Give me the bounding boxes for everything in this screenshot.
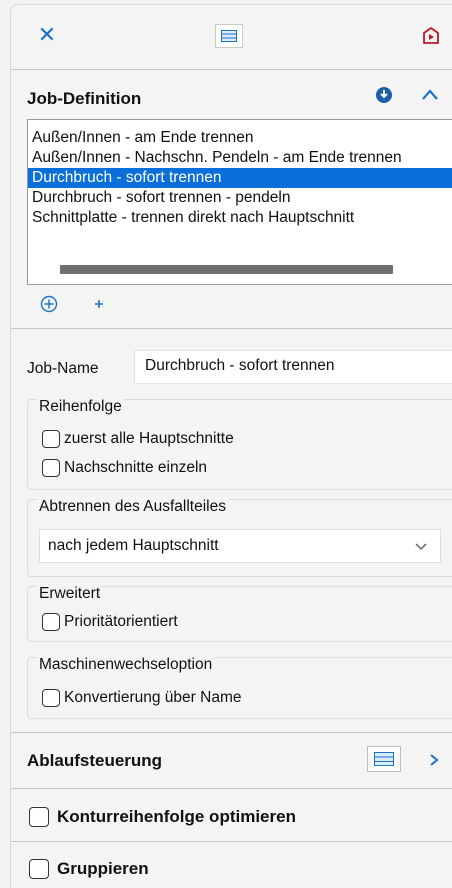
checkbox[interactable]: [42, 689, 60, 707]
gruppieren-label[interactable]: Gruppieren: [57, 859, 149, 879]
divider: [11, 841, 452, 842]
abtrennen-select[interactable]: nach jedem Hauptschnitt: [39, 529, 441, 563]
divider: [11, 732, 452, 733]
job-name-label: Job-Name: [27, 360, 99, 377]
divider: [11, 328, 452, 329]
checkbox-label[interactable]: Nachschnitte einzeln: [64, 459, 207, 477]
list-item-selected[interactable]: Durchbruch - sofort trennen: [28, 168, 452, 188]
horizontal-scrollbar[interactable]: [60, 265, 393, 274]
plus-icon: [95, 300, 103, 308]
checkbox[interactable]: [42, 430, 60, 448]
maschinenwechsel-group: Maschinenwechseloption Konvertierung übe…: [27, 656, 452, 719]
divider: [11, 69, 452, 70]
ablaufsteuerung-title[interactable]: Ablaufsteuerung: [27, 751, 162, 771]
collapse-button[interactable]: [419, 85, 441, 105]
checkbox-label[interactable]: Konvertierung über Name: [64, 689, 242, 707]
toolbar: ✕: [11, 5, 452, 69]
divider: [11, 788, 452, 789]
list-item[interactable]: Durchbruch - sofort trennen - pendeln: [28, 188, 452, 208]
chevron-up-icon: [422, 89, 438, 100]
job-name-input[interactable]: Durchbruch - sofort trennen: [134, 350, 452, 384]
table-icon: [374, 752, 394, 766]
navigate-icon: [423, 27, 439, 44]
group-title: Abtrennen des Ausfallteiles: [37, 498, 228, 516]
group-title: Erweitert: [37, 585, 103, 603]
ablaufsteuerung-table-button[interactable]: [367, 746, 401, 772]
add-circle-button[interactable]: [40, 295, 58, 313]
erweitert-group: Erweitert Prioritätorientiert: [27, 585, 452, 642]
kontur-checkbox[interactable]: [29, 807, 49, 827]
select-value: nach jedem Hauptschnitt: [48, 537, 219, 554]
job-list[interactable]: Außen/Innen - am Ende trennen Außen/Inne…: [27, 119, 452, 285]
checkbox[interactable]: [42, 613, 60, 631]
gruppieren-checkbox[interactable]: [29, 859, 49, 879]
reihenfolge-group: Reihenfolge zuerst alle Hauptschnitte Na…: [27, 398, 452, 490]
job-definition-title: Job-Definition: [27, 89, 142, 108]
download-icon: [376, 87, 392, 103]
checkbox[interactable]: [42, 459, 60, 477]
kontur-label[interactable]: Konturreihenfolge optimieren: [57, 807, 296, 827]
list-item[interactable]: Außen/Innen - Nachschn. Pendeln - am End…: [28, 148, 452, 168]
list-item[interactable]: Außen/Innen - am Ende trennen: [28, 128, 452, 148]
add-circle-icon: [40, 295, 58, 313]
group-title: Maschinenwechseloption: [37, 656, 215, 674]
table-view-button[interactable]: [215, 24, 243, 48]
add-button[interactable]: [91, 295, 107, 313]
checkbox-label[interactable]: zuerst alle Hauptschnitte: [64, 430, 234, 448]
properties-panel: ✕ Job-Definition Außen/Innen - am Ende t…: [10, 4, 452, 888]
list-item[interactable]: Schnittplatte - trennen direkt nach Haup…: [28, 208, 452, 228]
table-icon: [221, 30, 237, 42]
download-button[interactable]: [374, 85, 394, 105]
group-title: Reihenfolge: [37, 398, 124, 416]
close-icon[interactable]: ✕: [37, 24, 57, 46]
navigate-button[interactable]: [420, 25, 442, 47]
chevron-down-icon: [415, 543, 427, 550]
expand-button[interactable]: [425, 750, 443, 770]
checkbox-label[interactable]: Prioritätorientiert: [64, 613, 178, 631]
chevron-right-icon: [430, 754, 439, 766]
